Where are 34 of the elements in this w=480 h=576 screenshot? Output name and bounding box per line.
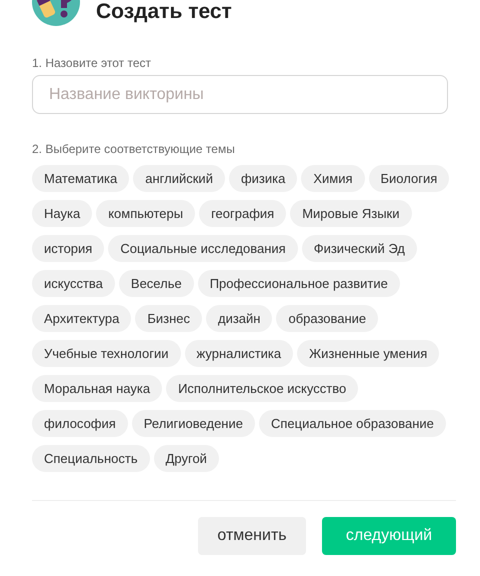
- topic-chip[interactable]: география: [199, 200, 286, 227]
- topic-chip[interactable]: компьютеры: [96, 200, 196, 227]
- topic-chip[interactable]: Другой: [154, 445, 219, 472]
- topic-chip[interactable]: Специальность: [32, 445, 150, 472]
- topic-chip[interactable]: Профессиональное развитие: [198, 270, 400, 297]
- field-label: 2. Выберите соответствующие темы: [32, 141, 236, 158]
- topic-chip[interactable]: история: [32, 235, 104, 262]
- topic-chip[interactable]: Физический Эд: [302, 235, 417, 262]
- topic-chip[interactable]: философия: [32, 410, 128, 437]
- topic-chip[interactable]: Моральная наука: [32, 375, 162, 402]
- topic-chip[interactable]: Химия: [301, 165, 365, 192]
- cancel-button[interactable]: отменить: [198, 517, 306, 555]
- topic-chip[interactable]: Веселье: [118, 270, 194, 297]
- topic-chip[interactable]: дизайн: [206, 305, 272, 332]
- quiz-name-field[interactable]: Название викторины: [32, 75, 448, 114]
- topic-chip[interactable]: Архитектура: [32, 305, 132, 332]
- topic-chip[interactable]: Религиоведение: [132, 410, 255, 437]
- topic-chip[interactable]: Бизнес: [135, 305, 202, 332]
- topic-chip[interactable]: Мировые Языки: [290, 200, 412, 227]
- topic-chip[interactable]: английский: [133, 165, 225, 192]
- field-label: 1. Назовите этот тест: [32, 55, 152, 72]
- topic-chip[interactable]: журналистика: [184, 340, 294, 367]
- topic-chip[interactable]: Социальные исследования: [108, 235, 298, 262]
- topic-chip[interactable]: Специальное образование: [258, 410, 446, 437]
- topic-chip[interactable]: Жизненные умения: [297, 340, 440, 367]
- topic-chip[interactable]: Наука: [32, 200, 92, 227]
- topic-chip[interactable]: Учебные технологии: [32, 340, 181, 367]
- topic-chip[interactable]: искусства: [32, 270, 115, 297]
- topic-chip[interactable]: образование: [276, 305, 378, 332]
- topic-chip[interactable]: Биология: [368, 165, 450, 192]
- topic-chip[interactable]: физика: [228, 165, 298, 192]
- topic-chip[interactable]: Исполнительское искусство: [166, 375, 358, 402]
- topic-chip[interactable]: Математика: [32, 165, 130, 192]
- dialog-title: Создать тест: [96, 0, 232, 26]
